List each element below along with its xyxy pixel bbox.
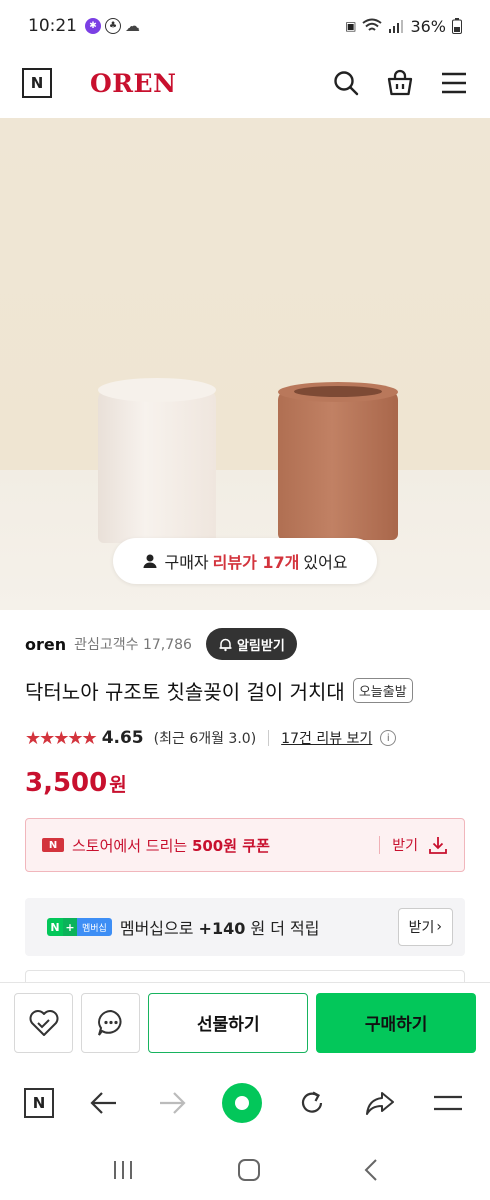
review-pill-suffix: 있어요 <box>303 553 348 572</box>
store-coupon-banner[interactable]: N 스토어에서 드리는 500원 쿠폰 받기 <box>25 818 465 872</box>
store-info-row: oren 관심고객수 17,786 알림받기 <box>25 628 465 660</box>
refresh-icon[interactable] <box>294 1085 330 1121</box>
review-link[interactable]: 17건 리뷰 보기 <box>281 728 372 748</box>
recent-rating: (최근 6개월 3.0) <box>153 731 257 747</box>
membership-get-button[interactable]: 받기 › <box>397 908 453 946</box>
naver-badge: N <box>42 838 64 852</box>
price-value: 3,500 <box>25 768 108 798</box>
back-icon[interactable] <box>363 1158 379 1182</box>
wifi-icon <box>362 18 383 31</box>
naver-home-button[interactable]: N <box>22 68 52 98</box>
product-title: 닥터노아 규조토 칫솔꽂이 걸이 거치대 <box>25 680 345 704</box>
store-header: N OREN <box>0 52 490 114</box>
person-icon <box>143 554 157 568</box>
cart-icon[interactable] <box>386 69 414 97</box>
brown-cup-image <box>278 382 398 540</box>
product-image[interactable]: 구매자 리뷰가 17개 있어요 <box>0 118 490 610</box>
store-name[interactable]: oren <box>25 635 66 654</box>
alert-button-label: 알림받기 <box>236 638 285 654</box>
review-pill-highlight: 리뷰가 17개 <box>212 553 300 572</box>
share-icon[interactable] <box>362 1085 398 1121</box>
product-price: 3,500 원 <box>25 768 127 798</box>
download-icon[interactable] <box>428 835 448 855</box>
coupon-get-label[interactable]: 받기 <box>392 835 418 855</box>
bell-plus-icon <box>219 638 232 651</box>
membership-text: 멤버십으로 +140 원 더 적립 <box>119 919 320 938</box>
battery-saver-icon: ▣ <box>345 19 357 33</box>
rating-row: ★★★★★ 4.65 (최근 6개월 3.0) 17건 리뷰 보기 i <box>25 724 465 752</box>
info-icon[interactable]: i <box>380 730 397 746</box>
battery-icon <box>452 18 462 34</box>
review-pill-prefix: 구매자 <box>164 553 209 572</box>
rating-score: 4.65 <box>101 728 144 748</box>
search-icon[interactable] <box>332 69 360 97</box>
battery-percent: 36% <box>410 16 446 36</box>
browser-toolbar: N <box>0 1068 490 1138</box>
naver-plus-membership-badge: N + 멤버십 <box>47 918 112 936</box>
talk-talk-button[interactable] <box>81 992 141 1053</box>
green-dot-icon[interactable] <box>222 1083 262 1123</box>
forward-arrow-icon[interactable] <box>154 1085 190 1121</box>
white-cup-image <box>98 378 216 543</box>
naver-home-icon[interactable]: N <box>24 1088 54 1118</box>
store-brand-logo[interactable]: OREN <box>90 69 176 98</box>
alert-subscribe-button[interactable]: 알림받기 <box>205 628 297 660</box>
membership-banner: N + 멤버십 멤버십으로 +140 원 더 적립 받기 › <box>25 898 465 956</box>
buyer-review-pill[interactable]: 구매자 리뷰가 17개 있어요 <box>113 538 377 584</box>
coupon-text: 스토어에서 드리는 500원 쿠폰 <box>72 836 270 855</box>
status-bar: 10:21 ✱ ♣ ☁ ▣ 36% <box>0 0 490 52</box>
menu-icon[interactable] <box>440 69 468 97</box>
price-currency: 원 <box>109 774 127 796</box>
heart-check-icon <box>29 1009 59 1036</box>
status-time: 10:21 <box>28 16 77 36</box>
back-arrow-icon[interactable] <box>86 1085 122 1121</box>
wishlist-button[interactable] <box>14 992 74 1053</box>
product-title-row: 닥터노아 규조토 칫솔꽂이 걸이 거치대 오늘출발 <box>25 676 465 705</box>
home-icon[interactable] <box>237 1158 261 1182</box>
recent-apps-icon[interactable] <box>111 1159 135 1181</box>
chevron-right-icon: › <box>436 919 442 935</box>
today-shipping-badge: 오늘출발 <box>352 678 413 703</box>
purchase-action-bar: 선물하기 구매하기 <box>0 982 490 1062</box>
system-navigation-bar <box>0 1140 490 1200</box>
tree-notification-icon: ♣ <box>105 18 121 34</box>
rating-stars: ★★★★★ <box>25 727 98 749</box>
gift-button[interactable]: 선물하기 <box>148 992 309 1053</box>
signal-icon <box>389 20 404 33</box>
cloud-icon: ☁ <box>125 17 140 35</box>
more-menu-icon[interactable] <box>430 1085 466 1121</box>
chat-bubble-icon <box>97 1009 122 1036</box>
buy-button[interactable]: 구매하기 <box>316 992 476 1053</box>
app-notification-icon: ✱ <box>85 18 101 34</box>
store-fav-count: 관심고객수 17,786 <box>74 637 192 653</box>
